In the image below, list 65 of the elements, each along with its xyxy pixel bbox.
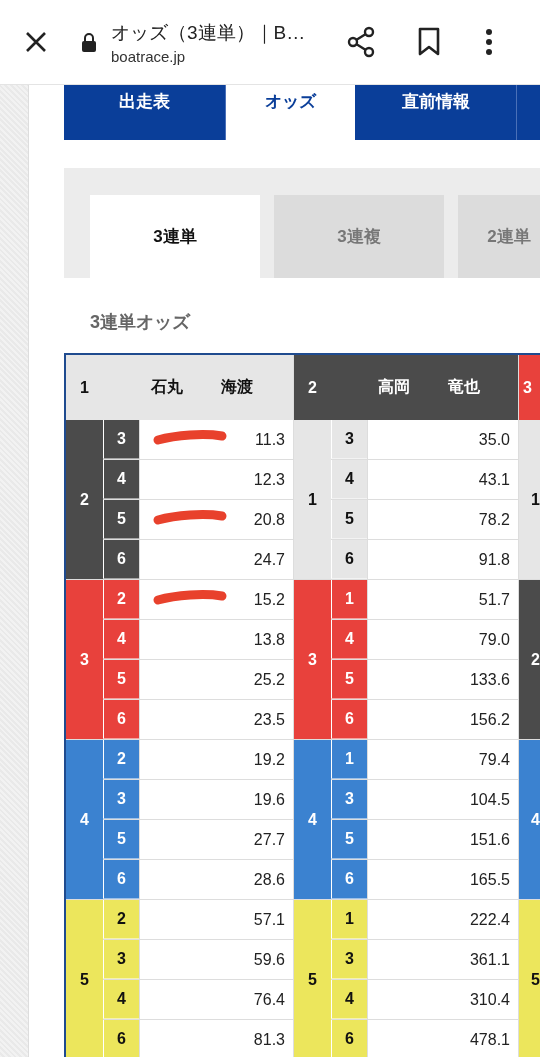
boat-number-cell: 1: [331, 740, 367, 779]
boat-number-cell: 5: [66, 900, 103, 1057]
boat-number-cell: 5: [103, 820, 139, 859]
boat-number-cell: 5: [294, 900, 331, 1057]
boat-number: 3: [522, 378, 532, 397]
boat-number-cell: 6: [331, 700, 367, 739]
boat-number-cell: 4: [519, 740, 540, 899]
boat-number-cell: 2: [103, 580, 139, 619]
boat-number-cell: 2: [519, 580, 540, 739]
boat-number-cell: 1: [519, 420, 540, 579]
boat-number-cell: 3: [103, 940, 139, 979]
boat-number-cell: 6: [103, 1020, 139, 1057]
lock-icon: [81, 32, 97, 52]
boat-number-cell: 3: [103, 420, 139, 459]
boat-number-cell: 6: [331, 1020, 367, 1057]
boat-number-cell: 1: [294, 420, 331, 579]
boat-number-cell: 4: [294, 740, 331, 899]
boat-number-cell: 4: [331, 460, 367, 499]
boat-number-cell: 6: [103, 860, 139, 899]
boat-number: 1: [79, 378, 90, 397]
more-icon[interactable]: [485, 28, 493, 56]
boat-number-cell: 2: [66, 420, 103, 579]
odds-cell[interactable]: 20.8: [139, 500, 294, 539]
boat-number-cell: 3: [331, 780, 367, 819]
boat-number-cell: 3: [103, 780, 139, 819]
boat-number-cell: 5: [331, 660, 367, 699]
page-url[interactable]: boatrace.jp: [111, 47, 331, 65]
racer-name: 石丸: [151, 377, 183, 397]
boat-number-cell: 6: [331, 540, 367, 579]
boat-number-cell: 6: [103, 700, 139, 739]
boat-number-cell: 4: [103, 980, 139, 1019]
racer-name: 海渡: [221, 377, 253, 397]
racer-name: 高岡: [377, 377, 410, 397]
boat-number-cell: 6: [331, 860, 367, 899]
close-icon[interactable]: [24, 30, 48, 54]
section-heading: 3連単オッズ: [90, 311, 192, 332]
boat-number-cell: 3: [331, 420, 367, 459]
boat-number-cell: 4: [331, 620, 367, 659]
odds-cell[interactable]: 15.2: [139, 580, 294, 619]
boat-number-cell: 2: [103, 740, 139, 779]
boat-number-cell: 4: [66, 740, 103, 899]
share-icon[interactable]: [345, 26, 377, 58]
odds-cell[interactable]: 11.3: [139, 420, 294, 459]
racer-name: 竜也: [447, 377, 480, 397]
boat-number: 2: [307, 378, 318, 397]
boat-number-cell: 5: [103, 500, 139, 539]
nav-tab[interactable]: オッズ: [226, 85, 355, 140]
nav-tab[interactable]: 直前情報: [355, 85, 517, 140]
boat-number-cell: 3: [294, 580, 331, 739]
boat-number-cell: 1: [331, 580, 367, 619]
boat-number-cell: 5: [331, 820, 367, 859]
boat-number-cell: 3: [66, 580, 103, 739]
boat-number-cell: 5: [331, 500, 367, 539]
boat-number-cell: 4: [331, 980, 367, 1019]
boat-number-cell: 5: [103, 660, 139, 699]
boat-number-cell: 4: [103, 620, 139, 659]
bookmark-icon[interactable]: [417, 27, 441, 57]
boat-number-cell: 5: [519, 900, 540, 1057]
boat-number-cell: 2: [103, 900, 139, 939]
page-title: オッズ（3連単）｜B…: [111, 20, 307, 46]
boat-number-cell: 1: [331, 900, 367, 939]
boat-number-cell: 3: [331, 940, 367, 979]
bet-type-tab[interactable]: 3連単: [90, 195, 260, 278]
boat-number-cell: 4: [103, 460, 139, 499]
boat-number-cell: 6: [103, 540, 139, 579]
